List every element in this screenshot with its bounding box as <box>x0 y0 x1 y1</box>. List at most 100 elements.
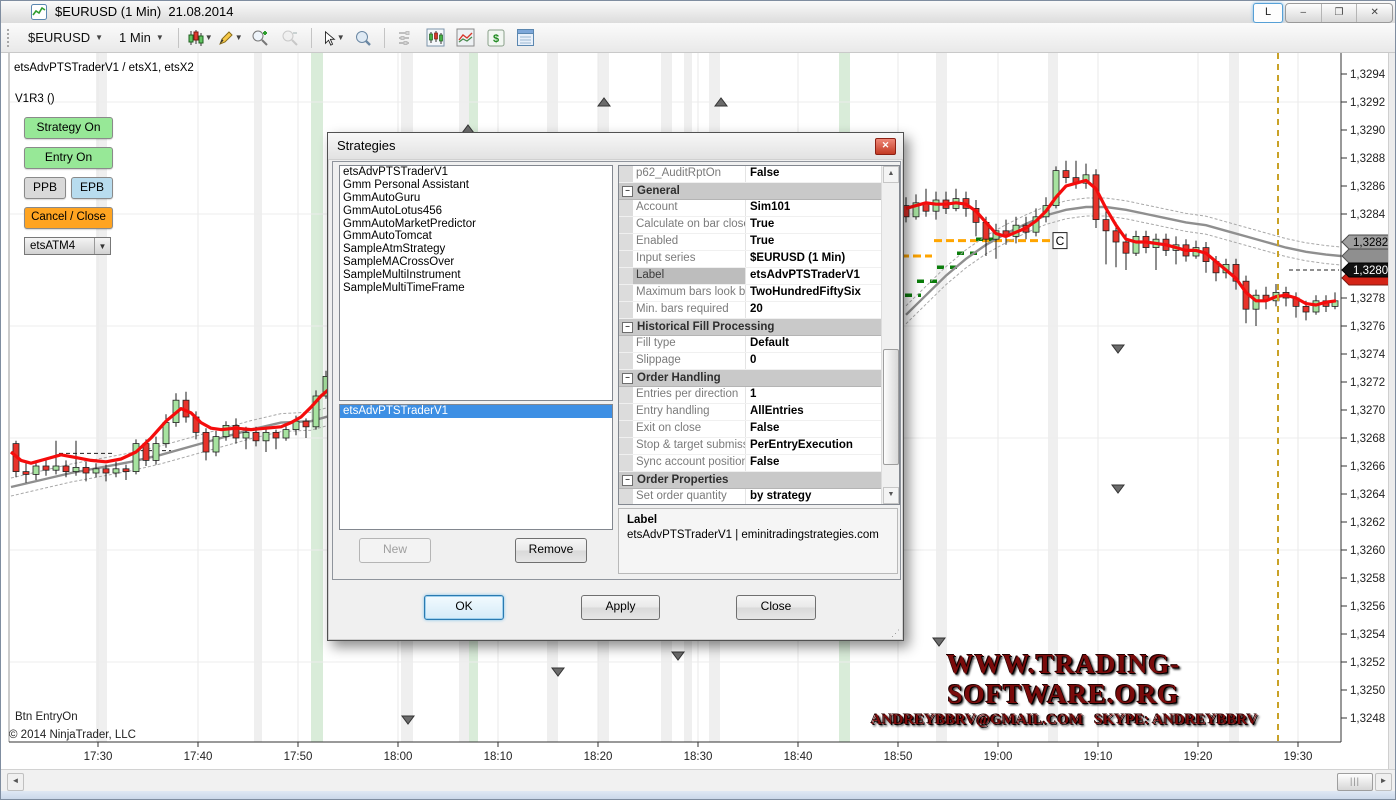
horizontal-scrollbar[interactable]: ◄ ||| ► <box>1 769 1395 792</box>
property-row[interactable]: Entry handlingAllEntries <box>619 404 882 421</box>
epb-button[interactable]: EPB <box>71 177 113 199</box>
collapse-icon[interactable]: − <box>622 186 633 197</box>
property-category[interactable]: −Historical Fill Processing <box>619 319 882 336</box>
property-value[interactable]: 0 <box>746 353 882 369</box>
close-button[interactable]: ✕ <box>1357 4 1392 22</box>
property-value[interactable]: Sim101 <box>746 200 882 216</box>
dialog-close-button2[interactable]: Close <box>736 595 816 620</box>
property-row[interactable]: Maximum bars look backTwoHundredFiftySix <box>619 285 882 302</box>
zoom-in-button[interactable] <box>247 27 273 49</box>
property-row[interactable]: Exit on closeFalse <box>619 421 882 438</box>
property-value[interactable]: 1 <box>746 387 882 403</box>
dialog-close-button[interactable]: ✕ <box>875 138 896 155</box>
scrollbar-thumb[interactable]: ||| <box>1337 773 1373 791</box>
property-row[interactable]: Calculate on bar closeTrue <box>619 217 882 234</box>
property-row[interactable]: Fill typeDefault <box>619 336 882 353</box>
collapse-icon[interactable]: − <box>622 322 633 333</box>
collapse-icon[interactable]: − <box>622 373 633 384</box>
svg-text:1,3284: 1,3284 <box>1350 209 1386 221</box>
data-series-button[interactable]: $ <box>483 27 509 49</box>
property-value[interactable]: False <box>746 455 882 471</box>
property-value[interactable]: $EURUSD (1 Min) <box>746 251 882 267</box>
instrument-selector[interactable]: $EURUSD▼ <box>22 28 109 47</box>
property-value[interactable]: True <box>746 234 882 250</box>
list-item[interactable]: GmmAutoTomcat <box>340 230 612 243</box>
property-value[interactable]: False <box>746 166 882 182</box>
ok-button[interactable]: OK <box>424 595 504 620</box>
list-item[interactable]: SampleMACrossOver <box>340 256 612 269</box>
property-row[interactable]: AccountSim101 <box>619 200 882 217</box>
remove-button[interactable]: Remove <box>515 538 587 563</box>
crosshair-button[interactable] <box>350 27 376 49</box>
apply-button[interactable]: Apply <box>581 595 660 620</box>
property-row[interactable]: Input series$EURUSD (1 Min) <box>619 251 882 268</box>
indicators-button[interactable] <box>453 27 479 49</box>
property-value[interactable]: PerEntryExecution <box>746 438 882 454</box>
strategy-property-grid[interactable]: p62_AuditRptOnFalse−GeneralAccountSim101… <box>618 165 900 505</box>
strategy-on-button[interactable]: Strategy On <box>24 117 113 139</box>
scroll-up-button[interactable]: ▲ <box>883 166 899 183</box>
window-titlebar[interactable]: $EURUSD (1 Min) 21.08.2014 L – ❐ ✕ <box>1 1 1395 24</box>
property-value[interactable]: 20 <box>746 302 882 318</box>
zoom-out-button[interactable] <box>277 27 303 49</box>
list-item[interactable]: SampleMultiInstrument <box>340 269 612 282</box>
chart-trader-button[interactable] <box>393 27 419 49</box>
minimize-button[interactable]: – <box>1286 4 1322 22</box>
time-axis[interactable]: 17:3017:4017:5018:0018:1018:2018:3018:40… <box>84 742 1313 763</box>
property-row[interactable]: Sync account positionFalse <box>619 455 882 472</box>
property-value[interactable]: Default <box>746 336 882 352</box>
property-row[interactable]: Stop & target submissionPerEntryExecutio… <box>619 438 882 455</box>
ppb-button[interactable]: PPB <box>24 177 66 199</box>
draw-button[interactable]: ▼ <box>217 27 243 49</box>
atm-strategy-selector[interactable]: etsATM4 ▼ <box>24 237 111 255</box>
bar-type-button[interactable]: ▼ <box>187 27 213 49</box>
link-button[interactable]: L <box>1253 3 1283 23</box>
scrollbar-thumb[interactable] <box>883 349 899 466</box>
toolbar-grip[interactable] <box>7 29 14 47</box>
property-row[interactable]: p62_AuditRptOnFalse <box>619 166 882 183</box>
property-value[interactable]: etsAdvPTSTraderV1 <box>746 268 882 284</box>
scroll-right-button[interactable]: ► <box>1375 773 1392 791</box>
entry-on-button[interactable]: Entry On <box>24 147 113 169</box>
property-row[interactable]: Min. bars required20 <box>619 302 882 319</box>
list-item[interactable]: GmmAutoLotus456 <box>340 205 612 218</box>
property-category[interactable]: −Order Handling <box>619 370 882 387</box>
list-item[interactable]: SampleAtmStrategy <box>340 243 612 256</box>
property-category[interactable]: −General <box>619 183 882 200</box>
interval-selector[interactable]: 1 Min▼ <box>113 28 170 47</box>
strategy-listbox[interactable]: etsAdvPTSTraderV1Gmm Personal AssistantG… <box>339 165 613 401</box>
property-row[interactable]: EnabledTrue <box>619 234 882 251</box>
svg-text:1,3272: 1,3272 <box>1350 377 1385 389</box>
scroll-down-button[interactable]: ▼ <box>883 487 899 504</box>
resize-grip[interactable]: ⋰ <box>891 629 899 637</box>
collapse-icon[interactable]: − <box>622 475 633 486</box>
property-category[interactable]: −Order Properties <box>619 472 882 489</box>
scroll-left-button[interactable]: ◄ <box>7 773 24 791</box>
property-row[interactable]: Slippage0 <box>619 353 882 370</box>
list-item[interactable]: etsAdvPTSTraderV1 <box>340 405 612 418</box>
property-row[interactable]: Set order quantityby strategy <box>619 489 882 505</box>
new-chart-button[interactable] <box>423 27 449 49</box>
property-value[interactable]: TwoHundredFiftySix <box>746 285 882 301</box>
properties-button[interactable] <box>513 27 539 49</box>
price-axis[interactable]: 1,32941,32921,32901,32881,32861,32841,32… <box>1341 69 1386 725</box>
list-item[interactable]: GmmAutoMarketPredictor <box>340 218 612 231</box>
new-button[interactable]: New <box>359 538 431 563</box>
list-item[interactable]: etsAdvPTSTraderV1 <box>340 166 612 179</box>
dialog-titlebar[interactable]: Strategies ✕ <box>328 133 903 160</box>
cancel-close-button[interactable]: Cancel / Close <box>24 207 113 229</box>
selected-strategy-listbox[interactable]: etsAdvPTSTraderV1 <box>339 404 613 530</box>
restore-button[interactable]: ❐ <box>1322 4 1358 22</box>
cursor-button[interactable]: ▼ <box>320 27 346 49</box>
property-value[interactable]: True <box>746 217 882 233</box>
svg-text:1,3288: 1,3288 <box>1350 153 1385 165</box>
list-item[interactable]: Gmm Personal Assistant <box>340 179 612 192</box>
list-item[interactable]: SampleMultiTimeFrame <box>340 282 612 295</box>
property-value[interactable]: AllEntries <box>746 404 882 420</box>
property-row[interactable]: Entries per direction1 <box>619 387 882 404</box>
property-value[interactable]: by strategy <box>746 489 882 505</box>
property-grid-scrollbar[interactable]: ▲ ▼ <box>881 166 899 504</box>
list-item[interactable]: GmmAutoGuru <box>340 192 612 205</box>
property-value[interactable]: False <box>746 421 882 437</box>
property-row[interactable]: LabeletsAdvPTSTraderV1 <box>619 268 882 285</box>
